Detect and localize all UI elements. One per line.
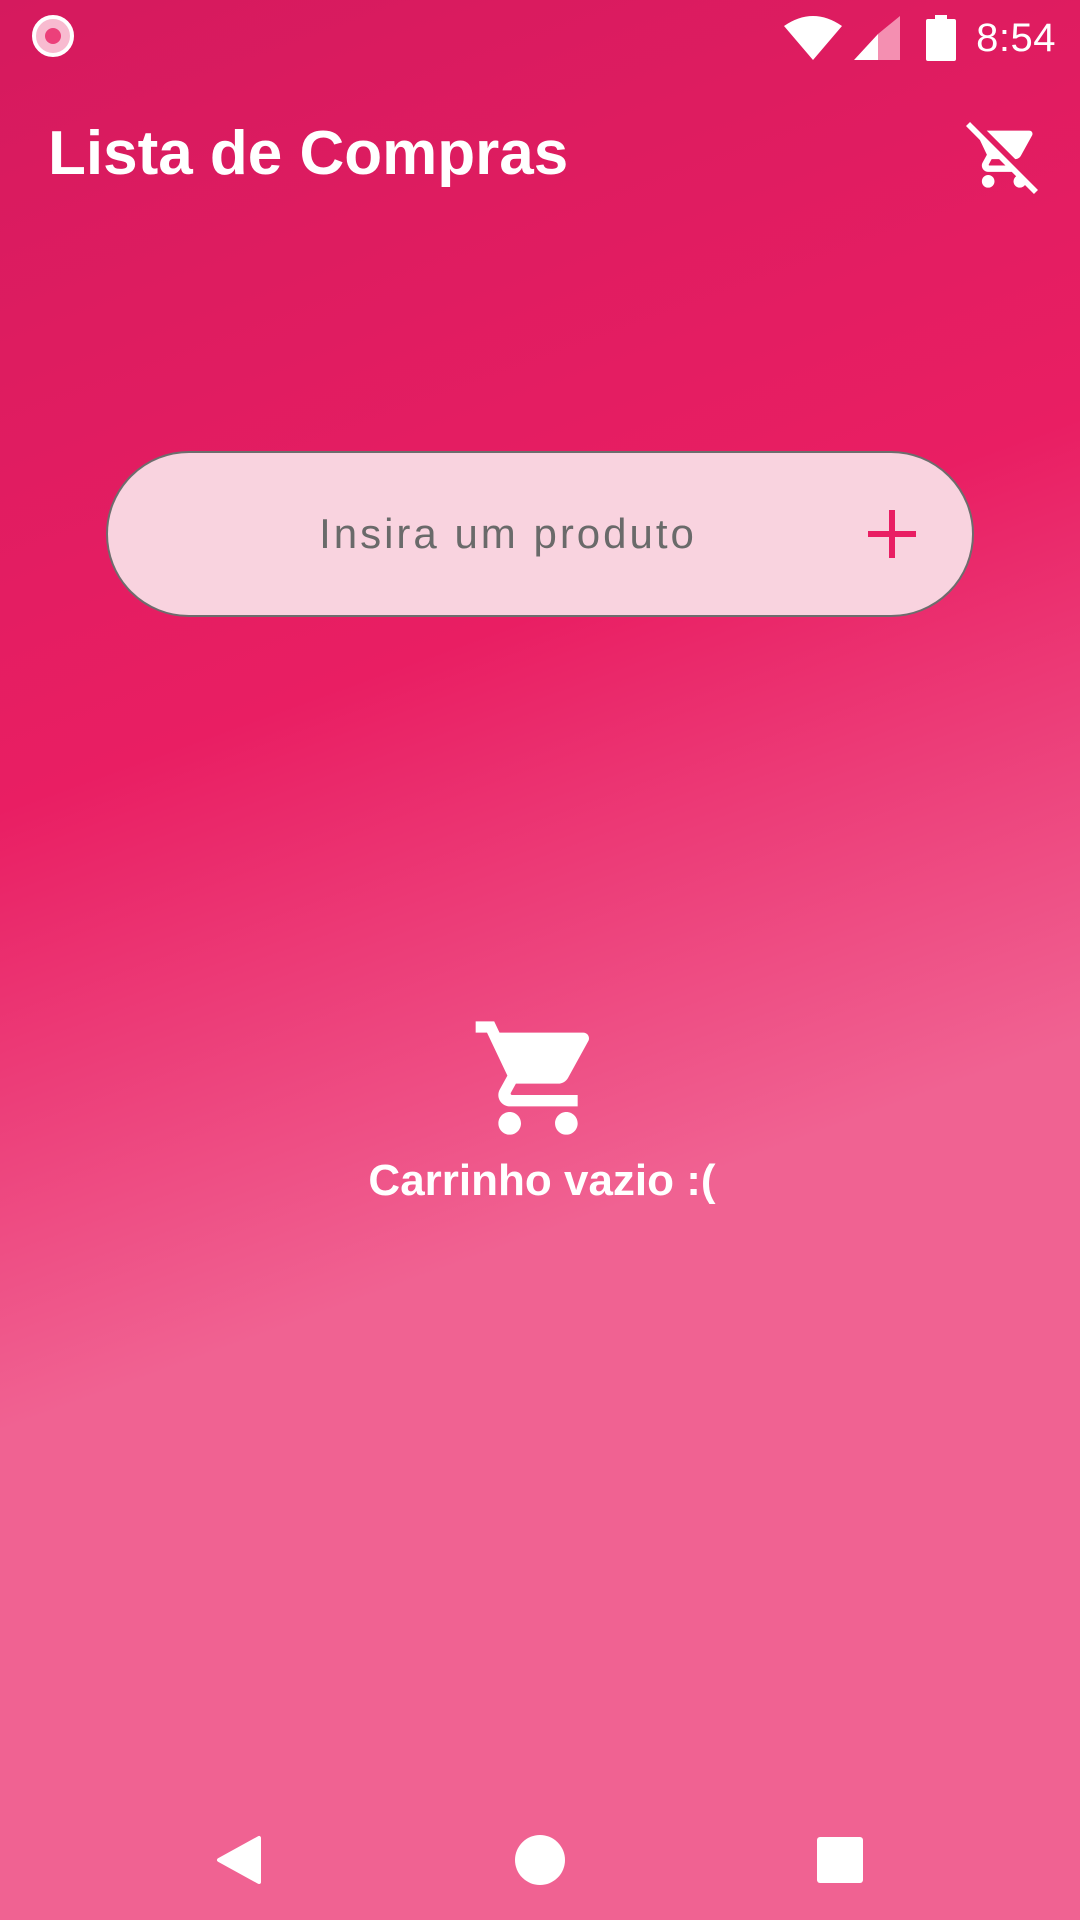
empty-cart-state: Carrinho vazio :(	[0, 1010, 1080, 1206]
plus-icon	[868, 510, 916, 558]
app-screen: 8:54 Lista de Compras Carrinho vazio :(	[0, 0, 1080, 1920]
status-time: 8:54	[976, 15, 1056, 60]
clear-cart-button[interactable]	[964, 116, 1044, 196]
nav-back-button[interactable]	[203, 1822, 279, 1898]
battery-icon	[926, 15, 957, 61]
status-bar: 8:54	[0, 0, 1080, 72]
nav-home-button[interactable]	[502, 1822, 578, 1898]
nav-recents-button[interactable]	[802, 1822, 878, 1898]
remove-shopping-cart-icon	[966, 122, 1038, 194]
product-input-container	[106, 451, 974, 617]
status-icons: 8:54	[784, 10, 1056, 66]
page-title: Lista de Compras	[48, 119, 569, 188]
back-icon	[217, 1836, 261, 1884]
system-nav-bar	[0, 1800, 1080, 1920]
shopping-cart-icon	[475, 1021, 589, 1135]
recording-indicator-icon	[32, 15, 74, 57]
home-icon	[515, 1835, 565, 1885]
wifi-icon	[784, 16, 843, 60]
product-input[interactable]	[108, 453, 868, 615]
add-product-button[interactable]	[850, 492, 934, 576]
recents-icon	[817, 1837, 863, 1883]
empty-cart-message: Carrinho vazio :(	[368, 1156, 716, 1205]
cell-signal-icon	[854, 16, 901, 60]
